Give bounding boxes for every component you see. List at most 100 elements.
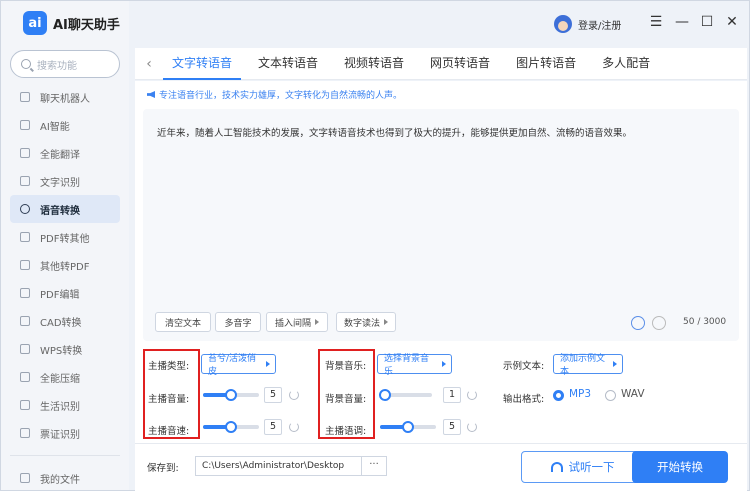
speaker-icon (147, 91, 155, 98)
caret-right-icon (384, 319, 388, 325)
bg-volume-label: 背景音量: (325, 394, 367, 405)
sidebar-item-label: 票证识别 (40, 429, 80, 441)
sidebar-item-chatbot[interactable]: 聊天机器人 (10, 83, 120, 111)
back-chevron-icon[interactable]: ‹ (135, 56, 163, 72)
polyphone-button[interactable]: 多音字 (215, 312, 261, 332)
example-text-select[interactable]: 添加示例文本 (553, 354, 623, 377)
caret-right-icon (315, 319, 319, 325)
reset-icon[interactable] (467, 390, 477, 400)
sidebar-item-pdf-to-other[interactable]: PDF转其他 (10, 223, 120, 251)
bg-volume-value[interactable]: 1 (443, 387, 461, 403)
tab-image-to-speech[interactable]: 图片转语音 (507, 48, 585, 80)
example-text-value: 添加示例文本 (560, 354, 606, 377)
sidebar-item-label: 生活识别 (40, 401, 80, 413)
anchor-type-value: 苔兮/活泼俏皮 (208, 354, 257, 377)
save-path-input[interactable]: C:\Users\Administrator\Desktop (195, 456, 365, 476)
sidebar-item-wps[interactable]: WPS转换 (10, 335, 120, 363)
tab-bar: ‹ 文字转语音 文本转语音 视频转语音 网页转语音 图片转语音 多人配音 (135, 48, 747, 80)
to-pdf-icon (20, 260, 30, 270)
pdf-edit-icon (20, 288, 30, 298)
sidebar-item-translate[interactable]: 全能翻译 (10, 139, 120, 167)
menu-icon[interactable]: ☰ (646, 14, 666, 30)
start-convert-button[interactable]: 开始转换 (632, 451, 728, 483)
robot-icon (20, 92, 30, 102)
brand-name: AI聊天助手 (53, 17, 120, 33)
search-placeholder: 搜索功能 (37, 60, 77, 72)
ai-icon (20, 120, 30, 130)
tab-document-to-speech[interactable]: 文本转语音 (249, 48, 327, 80)
brand-logo-icon: ai (23, 11, 47, 35)
sidebar-item-compress[interactable]: 全能压缩 (10, 363, 120, 391)
life-icon (20, 400, 30, 410)
anchor-volume-slider[interactable] (203, 389, 259, 401)
bottom-bar: 保存到: C:\Users\Administrator\Desktop ··· … (135, 443, 747, 490)
sidebar-item-life[interactable]: 生活识别 (10, 391, 120, 419)
caret-right-icon (613, 361, 617, 367)
sidebar-item-ocr[interactable]: 文字识别 (10, 167, 120, 195)
format-mp3-radio[interactable] (553, 390, 564, 401)
undo-icon[interactable] (631, 316, 645, 330)
editor-content[interactable]: 近年来，随着人工智能技术的发展，文字转语音技术也得到了极大的提升，能够提供更加自… (157, 125, 632, 139)
login-label: 登录/注册 (578, 20, 622, 32)
clear-text-button[interactable]: 清空文本 (155, 312, 211, 332)
pdf-icon (20, 232, 30, 242)
app-window: ai AI聊天助手 搜索功能 聊天机器人 AI智能 全能翻译 文字识别 语音转换… (0, 0, 750, 491)
format-mp3-label[interactable]: MP3 (569, 388, 591, 400)
browse-button[interactable]: ··· (361, 456, 387, 476)
sidebar-item-label: 文字识别 (40, 177, 80, 189)
tab-text-to-speech[interactable]: 文字转语音 (163, 48, 242, 80)
anchor-volume-value[interactable]: 5 (264, 387, 282, 403)
sidebar-item-other-to-pdf[interactable]: 其他转PDF (10, 251, 120, 279)
format-wav-label[interactable]: WAV (621, 388, 645, 400)
redo-icon[interactable] (652, 316, 666, 330)
text-editor[interactable]: 近年来，随着人工智能技术的发展，文字转语音技术也得到了极大的提升，能够提供更加自… (143, 109, 739, 341)
anchor-pitch-value[interactable]: 5 (443, 419, 461, 435)
sidebar-item-cad[interactable]: CAD转换 (10, 307, 120, 335)
output-format-label: 输出格式: (503, 394, 545, 405)
sidebar-nav: 聊天机器人 AI智能 全能翻译 文字识别 语音转换 PDF转其他 其他转PDF … (10, 83, 120, 491)
preview-button[interactable]: 试听一下 (521, 451, 644, 483)
sidebar-item-label: PDF编辑 (40, 289, 80, 301)
format-wav-radio[interactable] (605, 390, 616, 401)
anchor-pitch-slider[interactable] (380, 421, 436, 433)
maximize-icon[interactable]: ☐ (697, 14, 717, 30)
tab-video-to-speech[interactable]: 视频转语音 (335, 48, 413, 80)
slider-knob[interactable] (402, 421, 414, 433)
tab-web-to-speech[interactable]: 网页转语音 (421, 48, 499, 80)
slider-knob[interactable] (379, 389, 392, 401)
bg-music-value: 选择背景音乐 (384, 354, 430, 377)
anchor-speed-label: 主播音速: (148, 426, 190, 437)
wps-icon (20, 344, 30, 354)
avatar-icon (554, 15, 572, 33)
sidebar-item-my-files[interactable]: 我的文件 (10, 464, 120, 491)
anchor-speed-slider[interactable] (203, 421, 259, 433)
sidebar-item-label: WPS转换 (40, 345, 83, 357)
clear-text-label: 清空文本 (164, 318, 201, 329)
bg-volume-slider[interactable] (379, 389, 432, 401)
sidebar-item-pdf-edit[interactable]: PDF编辑 (10, 279, 120, 307)
info-banner: 专注语音行业，技术实力雄厚，文字转化为自然流畅的人声。 (147, 88, 402, 101)
sidebar-item-label: 其他转PDF (40, 261, 90, 273)
reset-icon[interactable] (467, 422, 477, 432)
ticket-icon (20, 428, 30, 438)
slider-knob[interactable] (225, 389, 237, 401)
sidebar-item-label: 聊天机器人 (40, 93, 90, 105)
reset-icon[interactable] (289, 422, 299, 432)
anchor-speed-value[interactable]: 5 (264, 419, 282, 435)
number-reading-button[interactable]: 数字读法 (336, 312, 396, 332)
anchor-type-select[interactable]: 苔兮/活泼俏皮 (201, 354, 276, 377)
search-input[interactable]: 搜索功能 (10, 50, 120, 78)
tab-multi-voice[interactable]: 多人配音 (593, 48, 659, 80)
sidebar-item-ai[interactable]: AI智能 (10, 111, 120, 139)
login-button[interactable]: 登录/注册 (554, 15, 621, 33)
slider-knob[interactable] (225, 421, 237, 433)
bg-music-select[interactable]: 选择背景音乐 (377, 354, 452, 377)
insert-pause-button[interactable]: 插入间隔 (266, 312, 328, 332)
sidebar-item-label: AI智能 (40, 121, 70, 133)
sidebar: ai AI聊天助手 搜索功能 聊天机器人 AI智能 全能翻译 文字识别 语音转换… (1, 1, 129, 490)
close-icon[interactable]: ✕ (722, 14, 742, 30)
minimize-icon[interactable]: — (672, 14, 692, 30)
sidebar-item-voice[interactable]: 语音转换 (10, 195, 120, 223)
sidebar-item-ticket[interactable]: 票证识别 (10, 419, 120, 447)
reset-icon[interactable] (289, 390, 299, 400)
